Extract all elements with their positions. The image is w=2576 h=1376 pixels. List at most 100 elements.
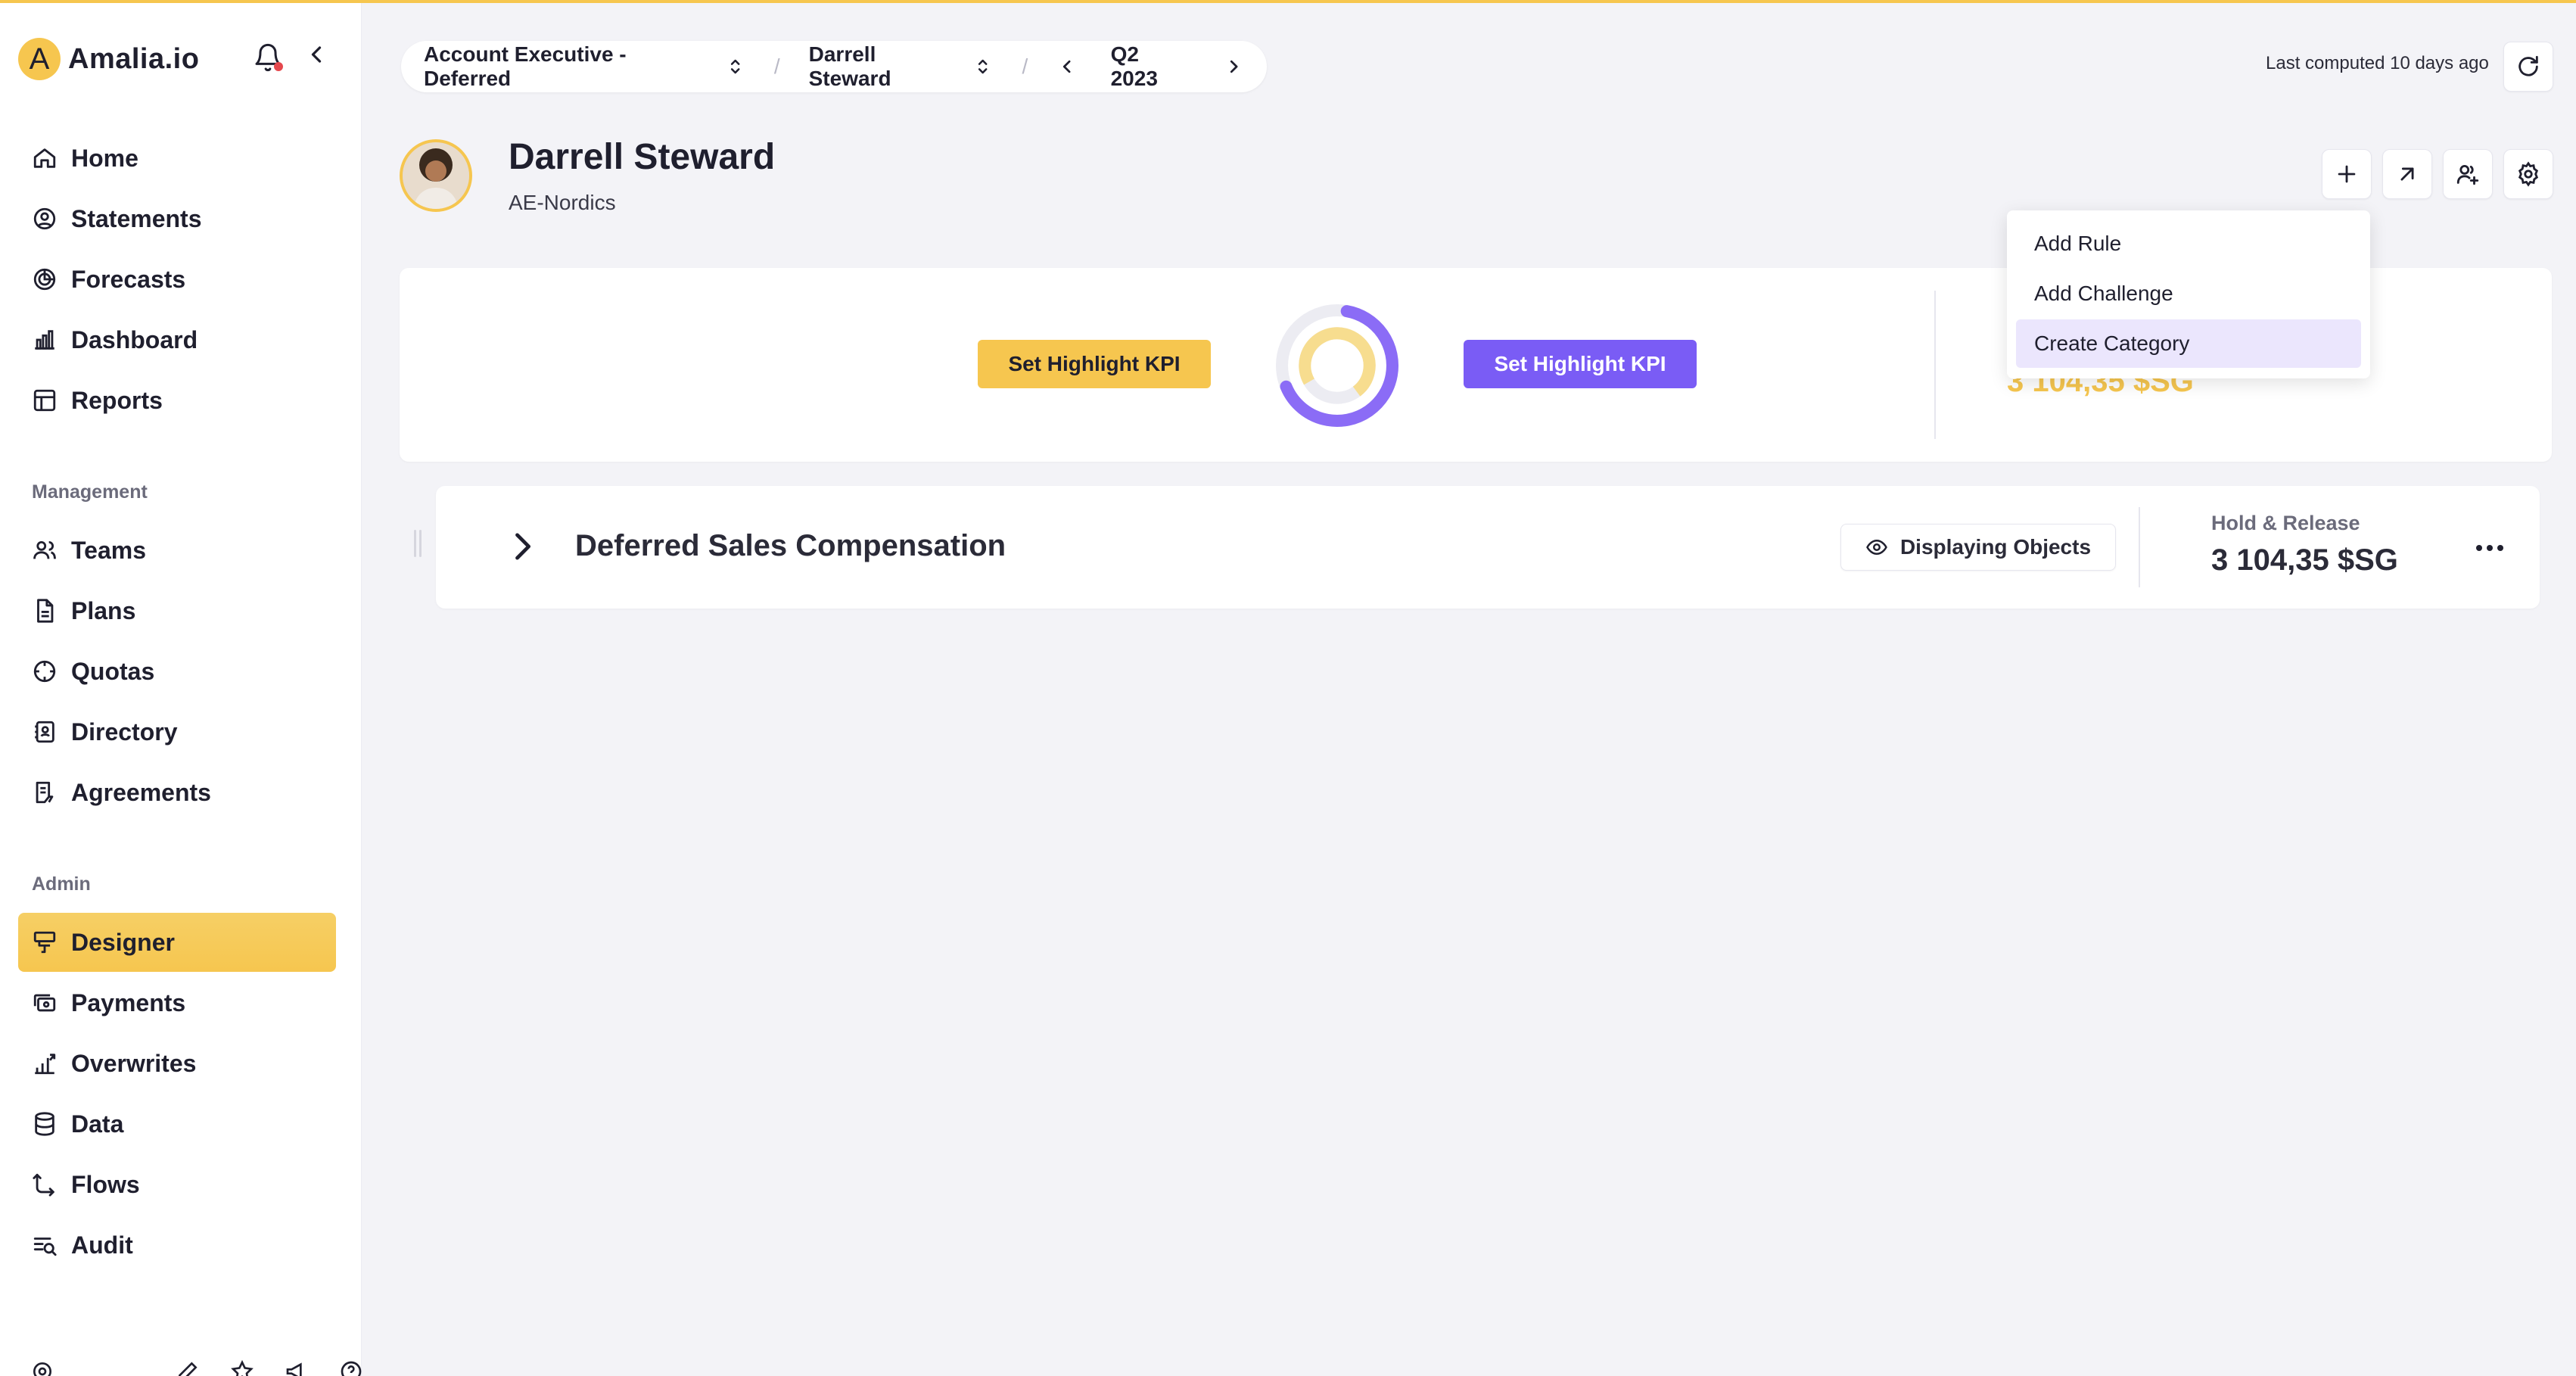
sidebar-item-label: Payments (71, 988, 186, 1016)
plan-row-title: Deferred Sales Compensation (575, 529, 1006, 562)
statements-icon (33, 207, 56, 230)
displaying-objects-label: Displaying Objects (1899, 535, 2092, 559)
eye-icon (1866, 539, 1887, 556)
expand-chevron-right-icon[interactable] (502, 527, 542, 566)
audit-icon (33, 1237, 57, 1256)
add-user-button[interactable] (2443, 149, 2493, 199)
database-icon (35, 1112, 54, 1136)
sidebar-item-statements[interactable]: Statements (18, 189, 336, 248)
overwrites-icon (35, 1054, 56, 1075)
help-icon[interactable] (339, 1359, 363, 1376)
sidebar-item-label: Data (71, 1110, 124, 1138)
sidebar-item-flows[interactable]: Flows (18, 1155, 336, 1214)
section-label-admin: Admin (32, 873, 91, 895)
sidebar-item-label: Statements (71, 204, 202, 232)
sidebar-item-data[interactable]: Data (18, 1094, 336, 1153)
set-highlight-kpi-left-button[interactable]: Set Highlight KPI (978, 340, 1211, 388)
refresh-button[interactable] (2503, 42, 2553, 92)
sidebar-item-designer[interactable]: Designer (18, 913, 336, 972)
sidebar-footer (30, 1359, 363, 1376)
sidebar-item-label: Plans (71, 596, 136, 624)
sidebar-item-label: Agreements (71, 778, 211, 806)
breadcrumb-separator: / (1022, 54, 1028, 78)
designer-icon (33, 931, 56, 954)
sidebar-item-forecasts[interactable]: Forecasts (18, 250, 336, 309)
sidebar-item-teams[interactable]: Teams (18, 521, 336, 580)
period-label[interactable]: Q2 2023 (1111, 42, 1190, 91)
plans-icon (37, 599, 54, 623)
brand[interactable]: A Amalia.io (18, 38, 199, 80)
sidebar-item-agreements[interactable]: Agreements (18, 763, 336, 822)
sidebar-item-audit[interactable]: Audit (18, 1216, 336, 1275)
menu-item-add-challenge[interactable]: Add Challenge (2016, 269, 2361, 318)
reports-icon (33, 389, 56, 412)
sidebar-item-dashboard[interactable]: Dashboard (18, 310, 336, 369)
menu-item-add-rule[interactable]: Add Rule (2016, 219, 2361, 268)
refresh-icon (2518, 55, 2538, 76)
next-period-button[interactable] (1224, 56, 1244, 77)
add-menu-dropdown: Add Rule Add Challenge Create Category (2007, 210, 2370, 378)
directory-icon (35, 721, 54, 743)
collapse-sidebar-button[interactable] (303, 41, 333, 74)
sidebar-item-label: Designer (71, 928, 175, 956)
sidebar-item-directory[interactable]: Directory (18, 702, 336, 761)
plan-row: Deferred Sales Compensation Displaying O… (436, 486, 2540, 609)
team-name: AE-Nordics (509, 191, 616, 214)
displaying-objects-button[interactable]: Displaying Objects (1840, 524, 2116, 571)
sidebar-item-label: Audit (71, 1231, 133, 1259)
sidebar-item-label: Overwrites (71, 1049, 197, 1077)
sidebar-item-label: Dashboard (71, 325, 198, 353)
payments-icon (33, 994, 56, 1012)
edit-icon[interactable] (176, 1359, 200, 1376)
last-computed-text: Last computed 10 days ago (2266, 53, 2489, 73)
megaphone-icon[interactable] (285, 1359, 309, 1376)
plan-selector[interactable]: Account Executive - Deferred (424, 42, 745, 91)
sidebar-item-label: Directory (71, 718, 178, 746)
user-selector[interactable]: Darrell Steward (809, 42, 994, 91)
section-label-management: Management (32, 481, 148, 503)
settings-icon[interactable] (30, 1359, 54, 1376)
sidebar-item-label: Forecasts (71, 265, 186, 293)
avatar-image (403, 142, 469, 209)
sidebar-item-payments[interactable]: Payments (18, 973, 336, 1032)
sidebar-item-home[interactable]: Home (18, 129, 336, 188)
metric-value: 3 104,35 $SG (2211, 543, 2398, 577)
notifications-button[interactable] (253, 42, 286, 76)
brand-name: Amalia.io (68, 42, 200, 75)
menu-item-create-category[interactable]: Create Category (2016, 319, 2361, 368)
top-accent-line (0, 0, 2576, 3)
add-button[interactable] (2322, 149, 2372, 199)
user-selector-label: Darrell Steward (808, 42, 891, 90)
previous-period-button[interactable] (1056, 56, 1077, 77)
arrow-up-right-icon (2400, 167, 2414, 181)
sidebar-item-label: Quotas (71, 657, 155, 685)
brand-logo: A (18, 38, 61, 80)
star-icon[interactable] (230, 1359, 254, 1376)
user-plus-icon (2456, 164, 2479, 185)
open-external-button[interactable] (2382, 149, 2432, 199)
settings-button[interactable] (2503, 149, 2553, 199)
sidebar-item-plans[interactable]: Plans (18, 581, 336, 640)
more-options-icon[interactable] (2472, 530, 2508, 566)
home-icon (33, 148, 56, 168)
plus-icon (2338, 165, 2356, 183)
sidebar-item-overwrites[interactable]: Overwrites (18, 1034, 336, 1093)
teams-icon (33, 540, 56, 559)
sidebar: A Amalia.io Home Statements Forecasts Da… (0, 0, 362, 1376)
sidebar-item-label: Teams (71, 536, 147, 564)
quotas-icon (33, 660, 56, 683)
set-highlight-kpi-right-button[interactable]: Set Highlight KPI (1464, 340, 1697, 388)
dashboard-icon (35, 330, 54, 350)
avatar (400, 139, 472, 212)
chevron-up-down-icon (978, 59, 988, 74)
drag-handle-icon[interactable] (412, 530, 424, 557)
sidebar-item-label: Home (71, 144, 138, 172)
agreements-icon (36, 781, 54, 804)
sidebar-item-quotas[interactable]: Quotas (18, 642, 336, 701)
plan-selector-label: Account Executive - Deferred (424, 42, 627, 90)
sidebar-item-reports[interactable]: Reports (18, 371, 336, 430)
breadcrumb-separator: / (773, 54, 780, 78)
gear-icon (2518, 161, 2539, 187)
divider (2139, 507, 2140, 587)
flows-icon (33, 1173, 54, 1197)
